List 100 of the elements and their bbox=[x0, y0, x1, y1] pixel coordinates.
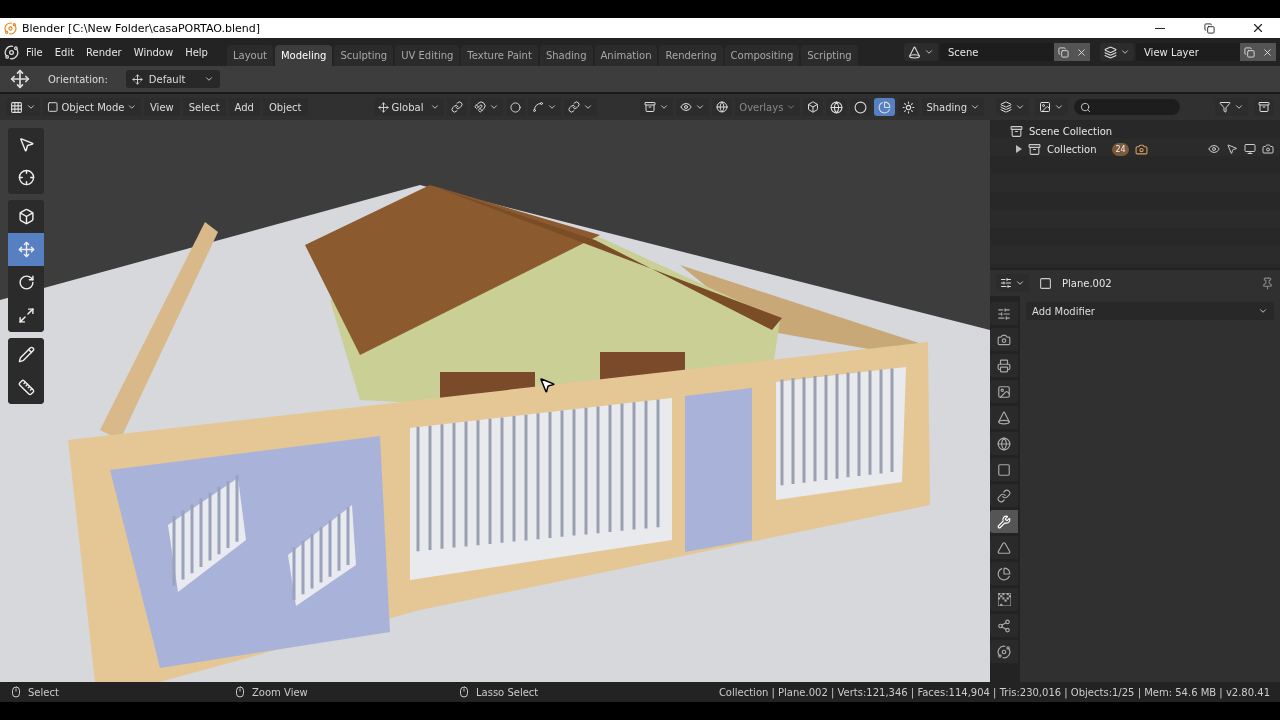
menu-item[interactable]: Window bbox=[128, 43, 179, 61]
wireframe-sphere-icon bbox=[830, 100, 844, 114]
properties-tab[interactable] bbox=[990, 588, 1018, 611]
search-icon bbox=[1080, 101, 1091, 113]
properties-tab[interactable] bbox=[990, 510, 1018, 533]
magnet-icon bbox=[473, 101, 486, 113]
workspace-tab[interactable]: Animation bbox=[594, 44, 658, 66]
transform-affect-button[interactable] bbox=[563, 98, 597, 116]
properties-tab[interactable] bbox=[990, 484, 1018, 507]
orientation-dropdown[interactable]: Global bbox=[373, 98, 444, 116]
axes-icon bbox=[377, 101, 389, 113]
grid-icon bbox=[10, 100, 23, 114]
globe-icon bbox=[716, 101, 729, 113]
visibility-button[interactable] bbox=[640, 98, 674, 116]
properties-tab[interactable] bbox=[990, 406, 1018, 429]
layers-icon bbox=[1104, 45, 1117, 59]
new-collection-button[interactable] bbox=[1254, 98, 1274, 116]
shading-mode-button[interactable] bbox=[826, 98, 848, 116]
pencil-icon bbox=[17, 346, 35, 363]
pivot-button[interactable] bbox=[446, 98, 467, 116]
viewport-menu-item[interactable]: Object bbox=[262, 98, 308, 116]
properties-tab[interactable] bbox=[990, 302, 1018, 325]
viewport-menu-item[interactable]: Add bbox=[228, 98, 260, 116]
menu-item[interactable]: Render bbox=[81, 43, 127, 61]
select-pointer-icon bbox=[17, 136, 35, 153]
shading-mode-button[interactable] bbox=[850, 98, 872, 116]
mouse-icon bbox=[234, 686, 246, 698]
workspace-tab[interactable]: UV Editing bbox=[395, 44, 460, 66]
triangle-icon bbox=[997, 540, 1011, 555]
properties-tab[interactable] bbox=[990, 354, 1018, 377]
caret-icon bbox=[1120, 47, 1130, 57]
shading-mode-button[interactable] bbox=[898, 98, 920, 116]
view-layer-filter-button[interactable] bbox=[1035, 98, 1068, 116]
snap-button[interactable] bbox=[469, 98, 503, 116]
workspace-tab[interactable]: Rendering bbox=[659, 44, 723, 66]
viewport-menu-item[interactable]: Select bbox=[182, 98, 226, 116]
box-icon bbox=[1258, 101, 1270, 113]
workspace-tab[interactable]: Shading bbox=[539, 44, 593, 66]
overlays-dropdown[interactable]: Overlays bbox=[735, 98, 801, 116]
axes-icon bbox=[131, 73, 143, 85]
properties-tab[interactable] bbox=[990, 614, 1018, 637]
new-view-layer-button[interactable] bbox=[1240, 43, 1258, 61]
properties-tab[interactable] bbox=[990, 432, 1018, 455]
selectability-button[interactable] bbox=[676, 98, 710, 116]
properties-tab[interactable] bbox=[990, 562, 1018, 585]
workspace-tab[interactable]: Sculpting bbox=[334, 44, 394, 66]
workspace-tab[interactable]: Layout bbox=[226, 44, 273, 66]
menu-item[interactable]: Help bbox=[180, 43, 213, 61]
editor-type-button[interactable] bbox=[996, 274, 1029, 292]
gizmo-toggle-button[interactable] bbox=[712, 98, 733, 116]
viewport-menu-item[interactable]: View bbox=[144, 98, 180, 116]
workspace-tab[interactable]: Scripting bbox=[801, 44, 858, 66]
cube-icon bbox=[807, 101, 820, 113]
close-icon bbox=[1251, 21, 1265, 35]
properties-tab[interactable] bbox=[990, 640, 1018, 663]
globe-icon bbox=[997, 436, 1011, 451]
camera-icon bbox=[1134, 142, 1148, 156]
falloff-button[interactable] bbox=[527, 98, 561, 116]
delete-scene-button[interactable] bbox=[1072, 43, 1090, 61]
app-logo-icon bbox=[4, 21, 17, 35]
new-scene-button[interactable] bbox=[1054, 43, 1072, 61]
outliner-item[interactable]: Scene Collection bbox=[1029, 125, 1113, 137]
expand-triangle-icon[interactable] bbox=[1016, 145, 1022, 153]
status-hint: Select bbox=[28, 686, 60, 698]
proportional-edit-button[interactable] bbox=[505, 98, 525, 116]
properties-tab[interactable] bbox=[990, 380, 1018, 403]
editor-type-button[interactable] bbox=[6, 98, 40, 116]
properties-tab[interactable] bbox=[990, 328, 1018, 351]
properties-tab[interactable] bbox=[990, 458, 1018, 481]
mode-dropdown[interactable]: Object Mode bbox=[43, 98, 141, 116]
workspace-tab[interactable]: Modeling bbox=[274, 44, 333, 66]
outliner-item[interactable]: Collection bbox=[1047, 143, 1097, 155]
caret-icon bbox=[429, 102, 440, 112]
scene-selector-button[interactable] bbox=[904, 43, 938, 61]
pin-icon bbox=[1261, 276, 1274, 290]
shading-mode-button[interactable] bbox=[874, 98, 896, 116]
shading-dropdown[interactable]: Shading bbox=[922, 98, 984, 116]
delete-view-layer-button[interactable] bbox=[1258, 43, 1276, 61]
add-modifier-dropdown[interactable]: Add Modifier bbox=[1026, 302, 1274, 320]
view-layer-field[interactable]: View Layer bbox=[1136, 43, 1276, 61]
caret-icon bbox=[488, 102, 499, 112]
eye-icon bbox=[680, 101, 693, 113]
object-name: Plane.002 bbox=[1062, 277, 1113, 289]
restore-icon bbox=[1203, 22, 1215, 34]
menu-item[interactable]: File bbox=[21, 43, 48, 61]
xray-button[interactable] bbox=[803, 98, 824, 116]
orientation-dropdown[interactable]: Default bbox=[125, 70, 220, 88]
properties-tab[interactable] bbox=[990, 536, 1018, 559]
filter-button[interactable] bbox=[1215, 98, 1248, 116]
workspace-tab[interactable]: Texture Paint bbox=[461, 44, 538, 66]
caret-icon bbox=[659, 102, 670, 112]
scene-statistics: Collection | Plane.002 | Verts:121,346 | Faces:114,904 | Tris:230,016 | Objects:1/25 | Mem: 54.6 MB | v2.80.41 bbox=[718, 686, 1270, 698]
search-field[interactable] bbox=[1074, 99, 1180, 115]
curve-icon bbox=[531, 101, 544, 113]
workspace-tab[interactable]: Compositing bbox=[724, 44, 800, 66]
display-mode-button[interactable] bbox=[996, 98, 1029, 116]
scene-field[interactable]: Scene bbox=[940, 43, 1090, 61]
app-logo-icon bbox=[4, 44, 19, 60]
view-layer-selector-button[interactable] bbox=[1100, 43, 1134, 61]
menu-item[interactable]: Edit bbox=[49, 43, 80, 61]
